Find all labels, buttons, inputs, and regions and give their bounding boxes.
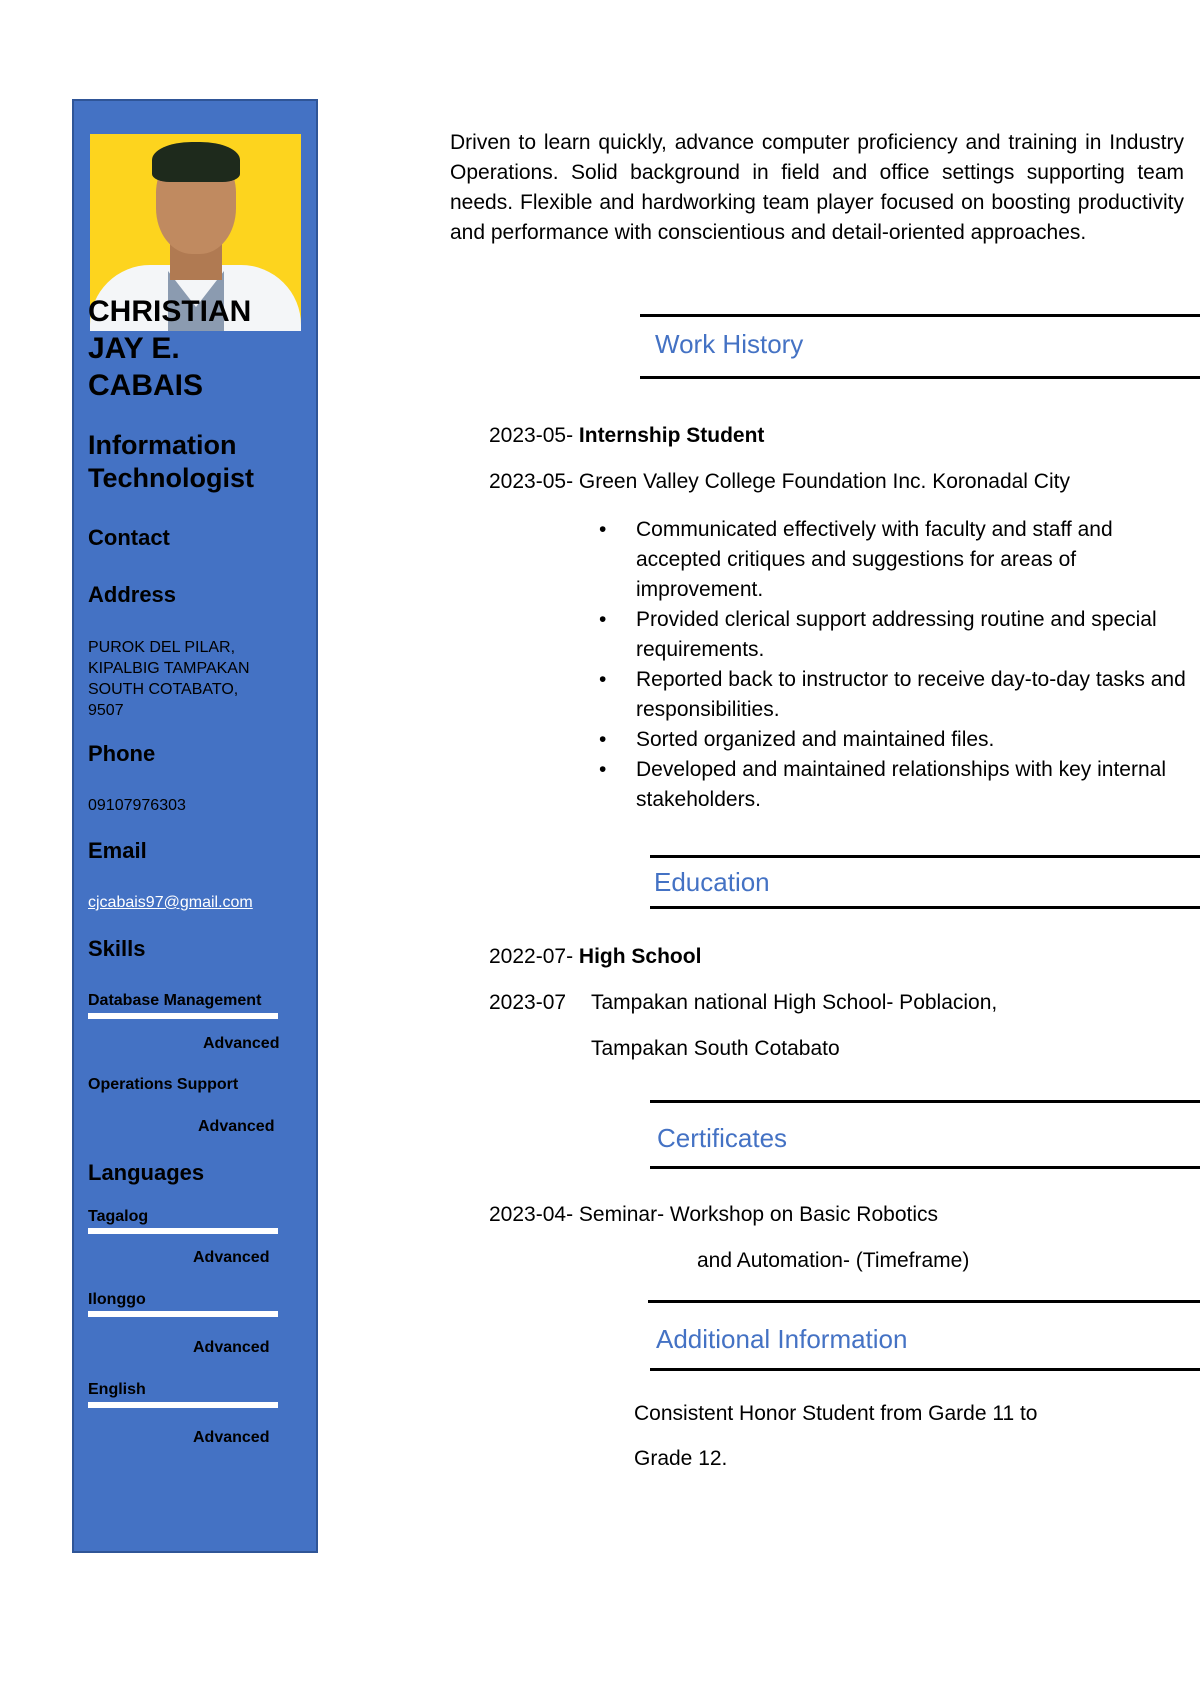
- email-link[interactable]: cjcabais97@gmail.com: [88, 894, 253, 912]
- work-role-line: 2023-05- Internship Student: [489, 424, 764, 448]
- section-divider: [650, 1166, 1200, 1169]
- skills-heading: Skills: [88, 936, 146, 961]
- address-line: SOUTH COTABATO,: [88, 681, 239, 698]
- job-title-line: Information: [88, 430, 237, 460]
- section-heading-certificates: Certificates: [657, 1123, 788, 1153]
- work-date-end: 2023-05-: [489, 470, 574, 493]
- address-line: KIPALBIG TAMPAKAN: [88, 660, 250, 677]
- languages-heading: Languages: [88, 1160, 205, 1185]
- certificate-title: Seminar- Workshop on Basic Robotics: [578, 1203, 938, 1226]
- bullet-icon: •: [599, 608, 607, 631]
- education-school: Tampakan national High School- Poblacion…: [591, 991, 998, 1014]
- phone-heading: Phone: [88, 741, 156, 766]
- section-heading-additional-info: Additional Information: [656, 1324, 908, 1354]
- professional-summary: Driven to learn quickly, advance compute…: [450, 131, 1184, 244]
- full-name: CHRISTIAN JAY E. CABAIS: [88, 293, 318, 404]
- language-name: Ilonggo: [88, 1291, 146, 1308]
- address-text: PUROK DEL PILAR, KIPALBIG TAMPAKAN SOUTH…: [88, 637, 308, 721]
- education-date-end: 2023-07: [489, 991, 567, 1014]
- section-divider: [650, 1368, 1200, 1371]
- photo-hair: [152, 142, 240, 182]
- section-divider: [640, 314, 1200, 317]
- bullet-icon: •: [599, 728, 607, 751]
- phone-number[interactable]: 09107976303: [88, 797, 186, 815]
- language-bar: [88, 1228, 278, 1234]
- language-bar: [88, 1311, 278, 1317]
- bullet-icon: •: [599, 518, 607, 541]
- section-divider: [640, 376, 1200, 379]
- duty-item: • Developed and maintained relationships …: [599, 755, 1186, 815]
- language-name: English: [88, 1381, 146, 1398]
- name-line: CABAIS: [88, 369, 204, 402]
- section-divider: [648, 1300, 1200, 1303]
- section-heading-education: Education: [654, 867, 770, 897]
- education-degree-line: 2022-07- High School: [489, 945, 701, 969]
- name-line: JAY E.: [88, 332, 180, 365]
- section-divider: [650, 855, 1200, 858]
- work-duties-list: • Communicated effectively with faculty a…: [599, 515, 1186, 815]
- duty-item: • Provided clerical support addressing ro…: [599, 605, 1186, 665]
- job-title: Information Technologist: [88, 429, 254, 495]
- language-level: Advanced: [193, 1339, 270, 1356]
- contact-heading: Contact: [88, 525, 170, 550]
- language-level: Advanced: [193, 1429, 270, 1446]
- work-org-line: 2023-05- Green Valley College Foundation…: [489, 470, 1070, 494]
- work-organization: Green Valley College Foundation Inc. Kor…: [578, 470, 1070, 493]
- bullet-icon: •: [599, 668, 607, 691]
- duty-item: • Communicated effectively with faculty a…: [599, 515, 1186, 605]
- section-heading-work-history: Work History: [655, 329, 804, 359]
- address-line: PUROK DEL PILAR,: [88, 639, 236, 656]
- skill-level: Advanced: [203, 1035, 280, 1052]
- work-date-start: 2023-05-: [489, 424, 574, 447]
- skill-name: Database Management: [88, 992, 262, 1009]
- job-title-line: Technologist: [88, 463, 254, 493]
- address-line: 9507: [88, 702, 124, 719]
- section-divider: [650, 1100, 1200, 1103]
- certificate-date: 2023-04-: [489, 1203, 574, 1226]
- skill-bar: [88, 1013, 278, 1019]
- work-role: Internship Student: [578, 424, 765, 447]
- education-degree: High School: [578, 945, 702, 968]
- additional-info-line: Grade 12.: [634, 1447, 728, 1470]
- bullet-icon: •: [599, 758, 607, 781]
- skill-level: Advanced: [198, 1118, 275, 1135]
- skill-name: Operations Support: [88, 1076, 239, 1093]
- language-level: Advanced: [193, 1249, 270, 1266]
- email-heading: Email: [88, 838, 147, 863]
- certificate-line: 2023-04- Seminar- Workshop on Basic Robo…: [489, 1203, 938, 1227]
- education-date-start: 2022-07-: [489, 945, 574, 968]
- language-bar: [88, 1402, 278, 1408]
- section-divider: [650, 906, 1200, 909]
- duty-item: • Reported back to instructor to receive …: [599, 665, 1186, 725]
- education-school-location: Tampakan South Cotabato: [591, 1037, 840, 1060]
- certificate-title-cont: and Automation- (Timeframe): [697, 1249, 970, 1272]
- address-heading: Address: [88, 582, 177, 607]
- name-line: CHRISTIAN: [88, 295, 252, 328]
- language-name: Tagalog: [88, 1208, 149, 1225]
- additional-info-line: Consistent Honor Student from Garde 11 t…: [634, 1402, 1038, 1425]
- duty-item: • Sorted organized and maintained files.: [599, 725, 1186, 755]
